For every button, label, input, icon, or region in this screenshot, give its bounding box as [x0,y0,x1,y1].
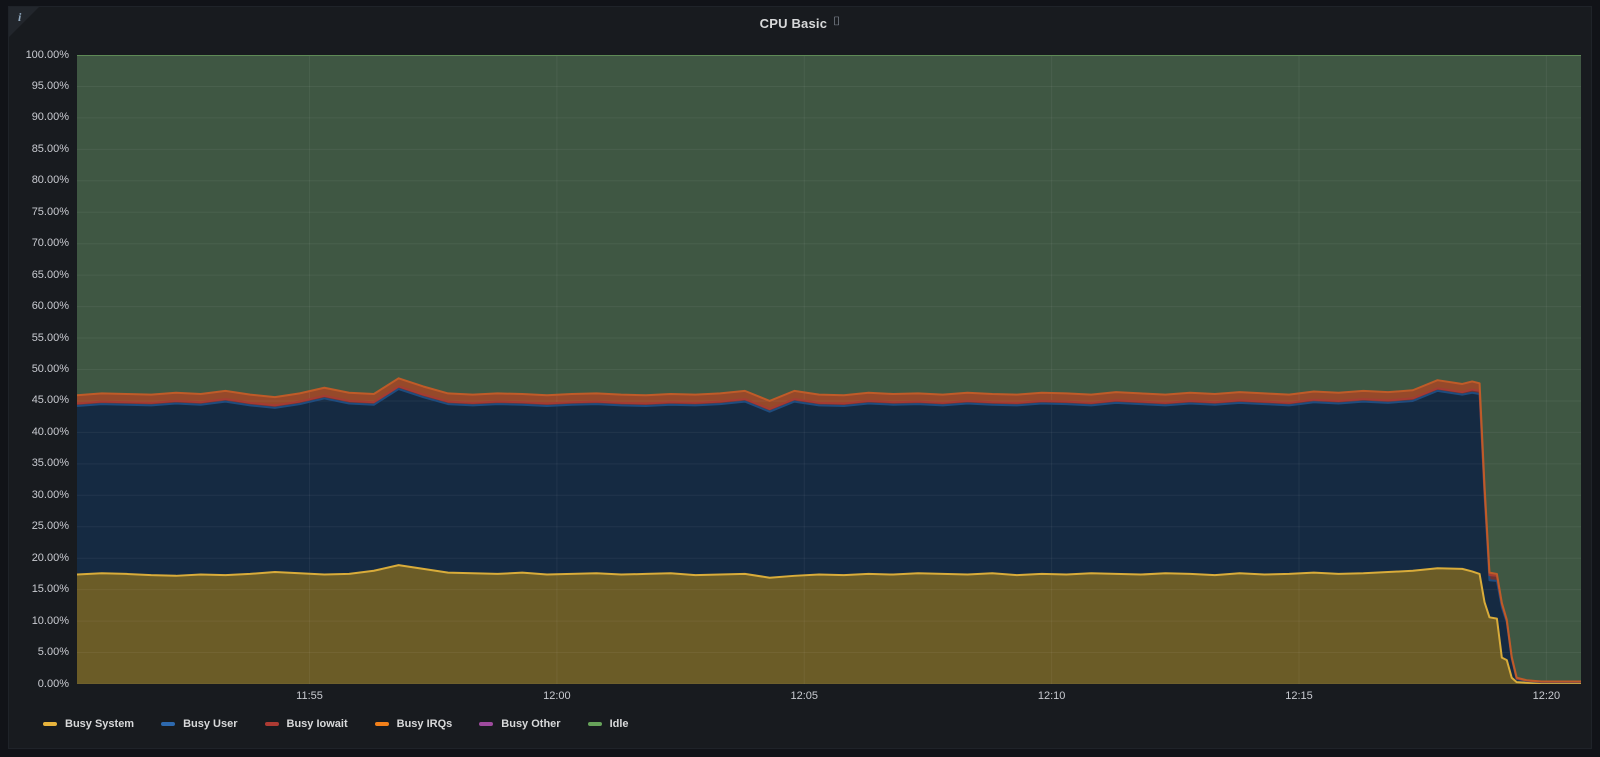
gridlines [77,55,1581,684]
legend-swatch-busy-iowait [264,722,279,726]
y-tick-label: 75.00% [31,205,69,218]
y-tick-label: 100.00% [25,48,69,61]
x-tick-label: 11:55 [296,690,323,702]
x-tick-label: 12:05 [790,690,819,702]
y-tick-label: 20.00% [31,551,69,564]
y-tick-label: 80.00% [31,174,69,187]
x-tick-label: 12:20 [1532,690,1561,702]
legend-swatch-busy-irqs [374,722,389,726]
legend-item-busy-other[interactable]: Busy Other [479,718,561,730]
legend-swatch-busy-user [161,722,176,726]
legend-swatch-busy-system [43,722,57,726]
panel-header[interactable]: CPU Basic ⌷ [9,7,1591,39]
y-tick-label: 45.00% [31,394,69,407]
grafana-panel-page: i CPU Basic ⌷ 100.00% 95.00% 90.00% 85.00% 8… [0,0,1600,757]
legend-label-idle: Idle [609,718,629,730]
y-tick-label: 65.00% [31,268,69,281]
legend-swatch-idle [587,722,602,726]
y-tick-label: 55.00% [31,331,69,344]
legend-item-busy-iowait[interactable]: Busy Iowait [264,718,348,730]
y-tick-label: 70.00% [31,237,69,250]
legend-swatch-busy-other [479,722,494,726]
cpu-basic-panel: i CPU Basic ⌷ 100.00% 95.00% 90.00% 85.00% 8… [8,6,1592,749]
stacked-area-chart [77,55,1581,684]
chart-plot-area[interactable] [77,55,1581,684]
y-tick-label: 90.00% [31,111,69,124]
y-tick-label: 85.00% [31,142,69,155]
area-busy-system [77,565,1581,684]
chevron-down-icon: ⌷ [833,14,841,28]
legend-label-busy-iowait: Busy Iowait [286,718,348,730]
legend-item-busy-system[interactable]: Busy System [43,718,134,730]
y-tick-label: 5.00% [37,646,69,659]
x-tick-label: 12:10 [1037,690,1066,702]
y-tick-label: 30.00% [31,488,69,501]
legend-item-busy-user[interactable]: Busy User [161,718,238,730]
legend-item-busy-irqs[interactable]: Busy IRQs [374,718,453,730]
y-tick-label: 10.00% [31,614,69,627]
info-icon: i [18,10,22,24]
y-tick-label: 15.00% [31,583,69,596]
y-tick-label: 25.00% [31,520,69,533]
y-tick-label: 35.00% [31,457,69,470]
legend-label-busy-other: Busy Other [501,718,561,730]
legend: Busy System Busy User Busy Iowait Busy IRQs… [43,718,629,730]
y-tick-label: 95.00% [31,79,69,92]
panel-title[interactable]: CPU Basic [760,16,828,31]
y-tick-label: 0.00% [37,677,69,690]
y-tick-label: 60.00% [31,300,69,313]
x-tick-label: 12:00 [543,690,571,702]
y-tick-label: 40.00% [31,425,69,438]
legend-label-busy-system: Busy System [65,718,135,730]
legend-label-busy-irqs: Busy IRQs [396,718,453,730]
x-tick-label: 12:15 [1285,690,1313,702]
legend-item-idle[interactable]: Idle [587,718,629,730]
y-tick-label: 50.00% [31,363,69,375]
legend-label-busy-user: Busy User [183,718,238,730]
